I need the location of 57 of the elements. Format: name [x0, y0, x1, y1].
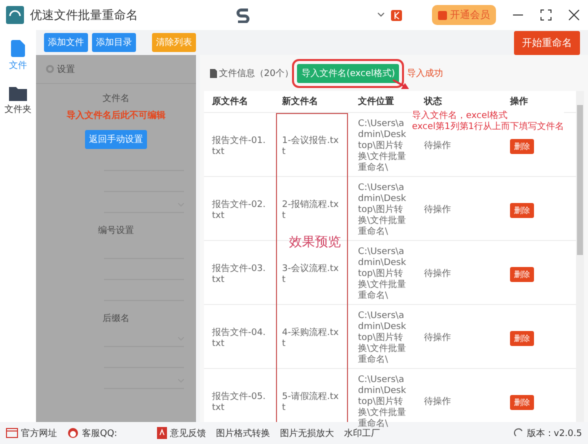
refresh-icon: [514, 428, 524, 438]
table-cell: 报告文件-03.txt: [204, 240, 274, 304]
sidebar-item[interactable]: 文件夹: [4, 86, 32, 116]
folder-icon: [9, 86, 27, 101]
table-cell: 报告文件-01.txt: [204, 112, 274, 176]
version-text: 版本：v2.0.5: [526, 428, 582, 440]
section-title: 后缀名: [102, 312, 130, 325]
delete-button[interactable]: 删除: [510, 267, 534, 282]
delete-button[interactable]: 删除: [510, 395, 534, 410]
window-title: 优速文件批量重命名: [30, 6, 139, 24]
import-status: 导入成功: [407, 68, 444, 80]
panel-title: 设置: [57, 64, 75, 76]
gear-icon: [46, 65, 54, 73]
maximize-icon[interactable]: [540, 9, 552, 21]
s-logo-icon: [235, 7, 251, 23]
table-cell: 待操作: [416, 304, 502, 368]
arrow-icon: [392, 79, 410, 90]
delete-button[interactable]: 删除: [510, 139, 534, 154]
web-page-icon: [6, 428, 18, 438]
delete-button[interactable]: 删除: [510, 203, 534, 218]
chevron-down-icon[interactable]: [377, 12, 385, 18]
toolbar-button[interactable]: 添加目录: [92, 33, 136, 52]
column-header: 操作: [509, 96, 529, 109]
column-header: 状态: [422, 95, 443, 109]
table-cell: 待操作: [416, 240, 502, 304]
table-cell: C:\Users\admin\Desktop\图片转换\文件批量重命名\: [350, 240, 416, 304]
headset-icon: [67, 427, 79, 439]
table-cell: 报告文件-02.txt: [204, 176, 274, 240]
table-cell: 报告文件-04.txt: [204, 304, 274, 368]
table-cell: C:\Users\admin\Desktop\图片转换\文件批量重命名\: [350, 304, 416, 368]
start-rename-button[interactable]: 开始重命名: [514, 30, 580, 54]
table-cell: C:\Users\admin\Desktop\图片转换\文件批量重命名\: [350, 176, 416, 240]
delete-button[interactable]: 删除: [510, 331, 534, 346]
table-cell: 待操作: [416, 176, 502, 240]
toolbar-button[interactable]: 清除列表: [152, 33, 196, 52]
table-cell: 4-采购流程.txt: [274, 304, 350, 368]
app-logo-icon: [6, 6, 24, 24]
close-icon[interactable]: [568, 9, 580, 21]
section-title: 文件名: [102, 92, 130, 105]
file-icon: [11, 40, 25, 57]
column-header: 文件位置: [357, 95, 395, 109]
footer-link[interactable]: 客服QQ:: [67, 426, 118, 440]
footer-link[interactable]: 官方网址: [6, 426, 57, 440]
column-header: 原文件名: [211, 95, 249, 109]
sidebar-item[interactable]: 文件: [9, 40, 27, 72]
scrollbar[interactable]: [576, 91, 584, 422]
file-info-label: 文件信息（20个）: [219, 68, 294, 80]
vip-button[interactable]: 开通会员: [432, 5, 496, 25]
table-cell: 1-会议报告.txt: [274, 112, 350, 176]
document-icon: [210, 68, 217, 78]
import-excel-button[interactable]: 导入文件名(excel格式): [297, 64, 400, 82]
lock-message: 导入文件名后此不可编辑: [66, 109, 166, 122]
section-title: 编号设置: [97, 224, 135, 237]
document-icon: [157, 427, 168, 439]
footer-link[interactable]: 意见反馈: [157, 426, 206, 440]
toolbar-button[interactable]: 添加文件: [44, 33, 88, 52]
column-header: 新文件名: [281, 95, 319, 109]
